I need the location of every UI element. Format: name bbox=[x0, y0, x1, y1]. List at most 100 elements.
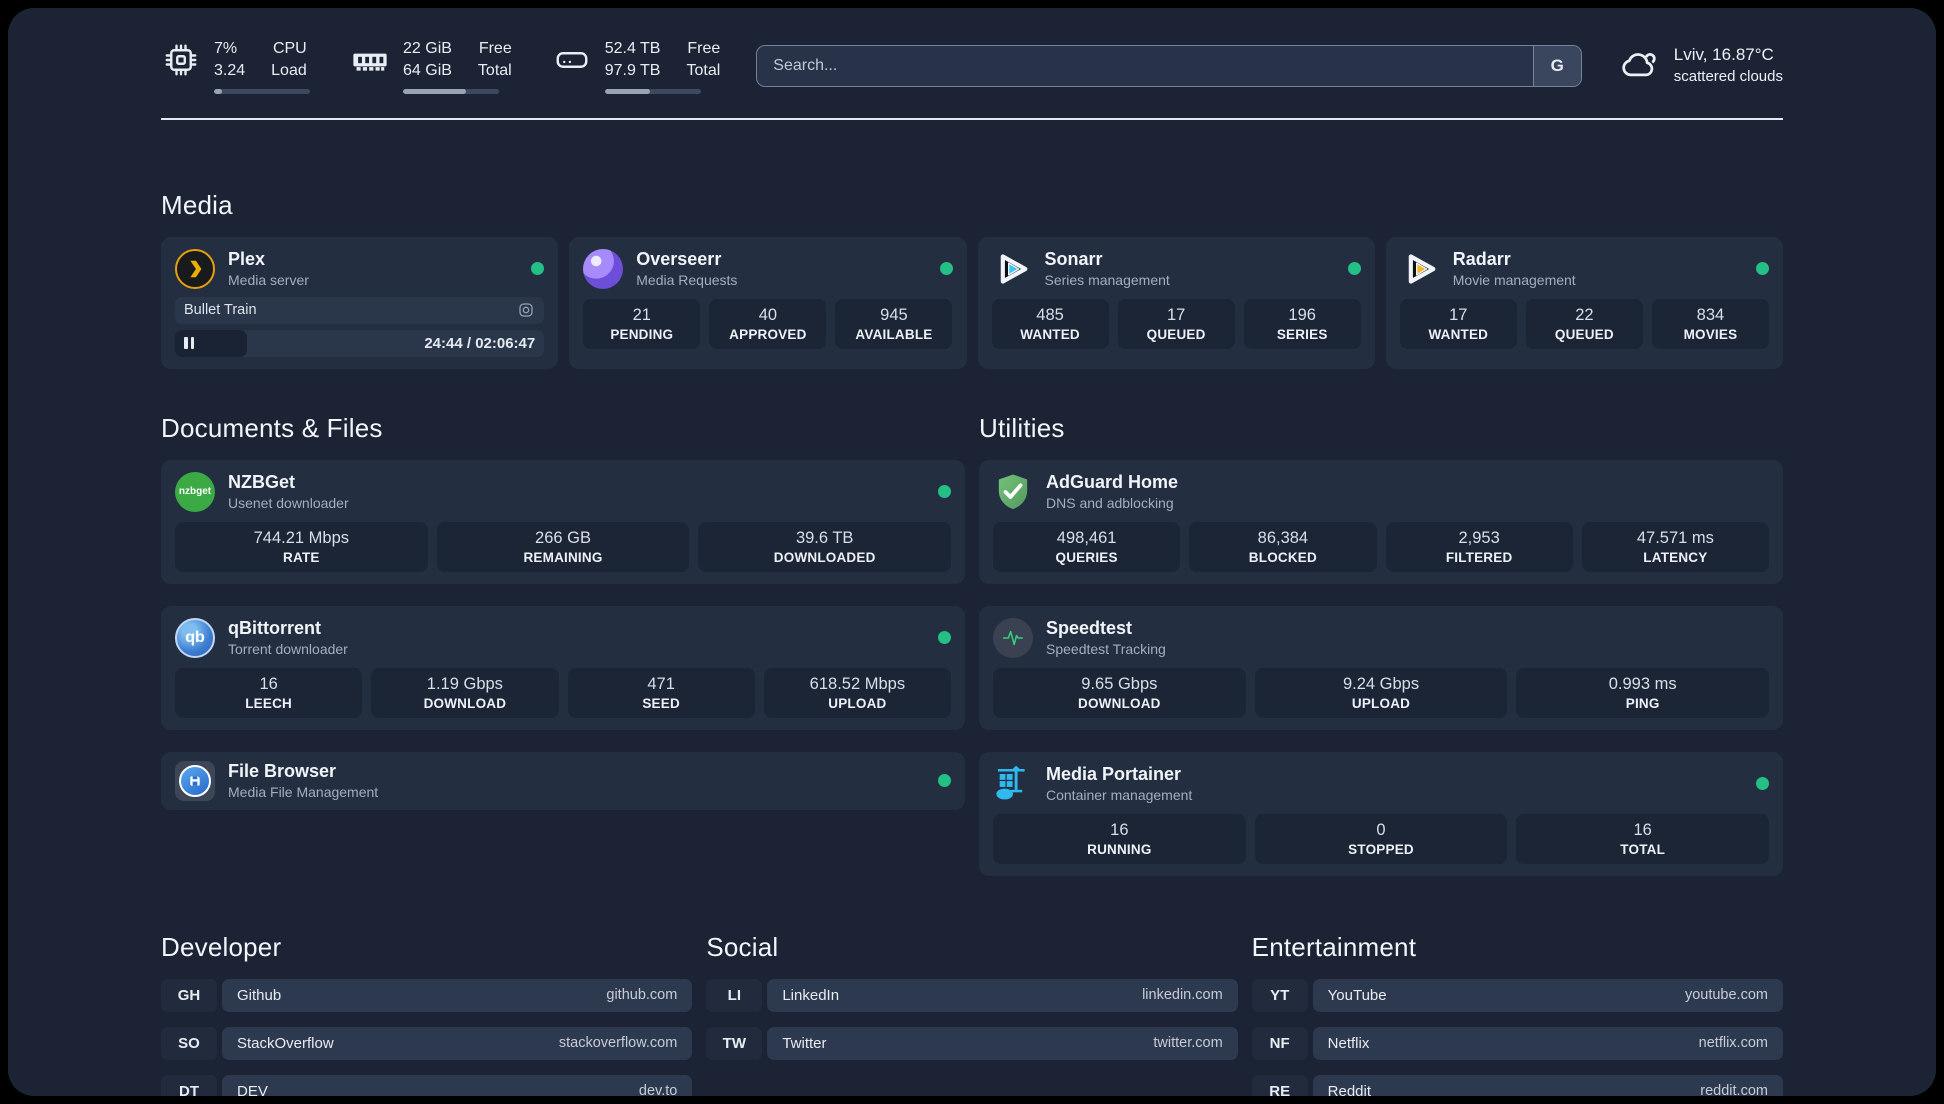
social-section: Social LI LinkedIn linkedin.com TW Twitt… bbox=[706, 932, 1238, 1096]
section-title-documents: Documents & Files bbox=[161, 412, 383, 443]
overseerr-icon bbox=[583, 248, 624, 289]
weather-condition: scattered clouds bbox=[1673, 68, 1783, 86]
stat-value: 16 bbox=[1633, 820, 1652, 839]
portainer-card[interactable]: Media Portainer Container management 16 … bbox=[979, 751, 1783, 876]
memory-total-label: Total bbox=[477, 62, 512, 80]
status-dot bbox=[939, 262, 953, 276]
link-abbr: TW bbox=[706, 1026, 763, 1060]
stat-tile: 498,461 QUERIES bbox=[993, 521, 1181, 572]
stat-label: UPLOAD bbox=[828, 695, 887, 711]
status-dot bbox=[938, 774, 951, 788]
stat-value: 9.24 Gbps bbox=[1342, 674, 1420, 693]
link-name: StackOverflow bbox=[237, 1034, 334, 1052]
stat-value: 39.6 TB bbox=[795, 528, 854, 547]
media-section: Media Plex Media server Bullet Train 24:… bbox=[161, 190, 1783, 369]
camera-icon[interactable] bbox=[517, 301, 535, 319]
overseerr-card[interactable]: Overseerr Media Requests 21 PENDING 40 A… bbox=[569, 236, 967, 369]
adguard-card[interactable]: AdGuard Home DNS and adblocking 498,461 … bbox=[979, 459, 1783, 584]
app-name: Plex bbox=[228, 249, 266, 270]
nzbget-card[interactable]: nzbget NZBGet Usenet downloader 744.21 M… bbox=[161, 459, 965, 584]
speedtest-card[interactable]: Speedtest Speedtest Tracking 9.65 Gbps D… bbox=[979, 605, 1783, 730]
system-stats: 7% 3.24 CPU Load 22 GiB 64 GiB Free Tota… bbox=[161, 38, 720, 94]
link-url: linkedin.com bbox=[1142, 987, 1223, 1004]
link-reddit[interactable]: RE Reddit reddit.com bbox=[1251, 1074, 1783, 1096]
stat-value: 16 bbox=[259, 674, 278, 693]
link-abbr: NF bbox=[1251, 1026, 1308, 1060]
link-abbr: DT bbox=[161, 1074, 217, 1096]
disk-free-value: 52.4 TB bbox=[604, 40, 661, 57]
stat-value: 618.52 Mbps bbox=[809, 674, 906, 693]
disk-stat: 52.4 TB 97.9 TB Free Total bbox=[552, 38, 721, 94]
link-url: stackoverflow.com bbox=[558, 1035, 678, 1052]
stat-value: 17 bbox=[1449, 305, 1468, 324]
stat-label: PING bbox=[1625, 695, 1660, 711]
stat-value: 2,953 bbox=[1458, 528, 1500, 547]
stat-tile: 834 MOVIES bbox=[1651, 298, 1769, 349]
stat-tile: 39.6 TB DOWNLOADED bbox=[698, 521, 952, 572]
link-abbr: YT bbox=[1251, 978, 1308, 1012]
stats-row: 498,461 QUERIES 86,384 BLOCKED 2,953 FIL… bbox=[993, 521, 1769, 572]
stat-label: REMAINING bbox=[523, 549, 603, 565]
app-description: Series management bbox=[1044, 272, 1170, 289]
link-linkedin[interactable]: LI LinkedIn linkedin.com bbox=[706, 978, 1238, 1012]
top-bar: 7% 3.24 CPU Load 22 GiB 64 GiB Free Tota… bbox=[161, 38, 1783, 94]
radarr-card[interactable]: Radarr Movie management 17 WANTED 22 QUE… bbox=[1385, 236, 1783, 369]
stat-value: 21 bbox=[632, 305, 651, 324]
pause-icon[interactable] bbox=[184, 337, 194, 350]
section-title-developer: Developer bbox=[161, 931, 282, 962]
stat-label: QUEUED bbox=[1554, 326, 1614, 342]
stat-tile: 17 QUEUED bbox=[1117, 298, 1235, 349]
stat-label: SERIES bbox=[1276, 326, 1328, 342]
qbittorrent-card[interactable]: qb qBittorrent Torrent downloader 16 LEE… bbox=[161, 605, 965, 730]
link-github[interactable]: GH Github github.com bbox=[161, 978, 693, 1012]
stat-label: RUNNING bbox=[1087, 841, 1152, 857]
memory-total-value: 64 GiB bbox=[403, 62, 452, 80]
stats-row: 17 WANTED 22 QUEUED 834 MOVIES bbox=[1399, 298, 1769, 349]
app-description: Movie management bbox=[1452, 272, 1576, 289]
search-bar: G bbox=[756, 44, 1582, 87]
section-title-media: Media bbox=[161, 189, 233, 220]
filebrowser-card[interactable]: File Browser Media File Management bbox=[161, 751, 965, 810]
status-dot bbox=[531, 262, 545, 276]
stat-value: 40 bbox=[758, 305, 778, 324]
stat-value: 0 bbox=[1376, 820, 1386, 839]
link-dev[interactable]: DT DEV dev.to bbox=[161, 1074, 693, 1096]
stat-label: DOWNLOADED bbox=[773, 549, 876, 565]
app-name: File Browser bbox=[228, 761, 337, 782]
stat-tile: 0 STOPPED bbox=[1254, 813, 1508, 864]
stat-tile: 21 PENDING bbox=[583, 298, 701, 349]
link-netflix[interactable]: NF Netflix netflix.com bbox=[1251, 1026, 1783, 1060]
stat-tile: 471 SEED bbox=[567, 667, 755, 718]
stat-label: DOWNLOAD bbox=[1078, 695, 1161, 711]
search-engine-button[interactable]: G bbox=[1532, 45, 1581, 86]
app-name: qBittorrent bbox=[228, 618, 321, 639]
link-stackoverflow[interactable]: SO StackOverflow stackoverflow.com bbox=[161, 1026, 693, 1060]
stat-label: SEED bbox=[642, 695, 680, 711]
link-name: DEV bbox=[237, 1082, 268, 1096]
stats-row: 16 RUNNING 0 STOPPED 16 TOTAL bbox=[993, 813, 1770, 864]
stat-label: FILTERED bbox=[1445, 549, 1513, 565]
plex-icon bbox=[175, 248, 215, 289]
plex-card[interactable]: Plex Media server Bullet Train 24:44 / 0… bbox=[161, 236, 559, 369]
link-twitter[interactable]: TW Twitter twitter.com bbox=[706, 1026, 1238, 1060]
app-description: Media Requests bbox=[636, 272, 738, 289]
search-input[interactable] bbox=[757, 45, 1533, 86]
app-description: Container management bbox=[1046, 787, 1193, 804]
status-dot bbox=[938, 631, 951, 645]
now-playing-title: Bullet Train bbox=[184, 302, 257, 319]
status-dot bbox=[1347, 262, 1361, 276]
disk-free-label: Free bbox=[687, 40, 721, 57]
stat-label: QUEUED bbox=[1146, 326, 1206, 342]
link-name: Github bbox=[237, 986, 282, 1004]
stat-value: 86,384 bbox=[1257, 528, 1309, 547]
stat-label: WANTED bbox=[1020, 326, 1080, 342]
stat-label: MOVIES bbox=[1683, 326, 1738, 342]
stat-label: BLOCKED bbox=[1248, 549, 1317, 565]
link-youtube[interactable]: YT YouTube youtube.com bbox=[1251, 978, 1783, 1012]
header-divider bbox=[161, 117, 1783, 120]
link-name: YouTube bbox=[1327, 986, 1387, 1004]
sonarr-card[interactable]: Sonarr Series management 485 WANTED 17 Q… bbox=[977, 236, 1375, 369]
stat-value: 945 bbox=[880, 305, 908, 324]
stat-label: STOPPED bbox=[1348, 841, 1414, 857]
shield-check-icon bbox=[993, 472, 1033, 512]
